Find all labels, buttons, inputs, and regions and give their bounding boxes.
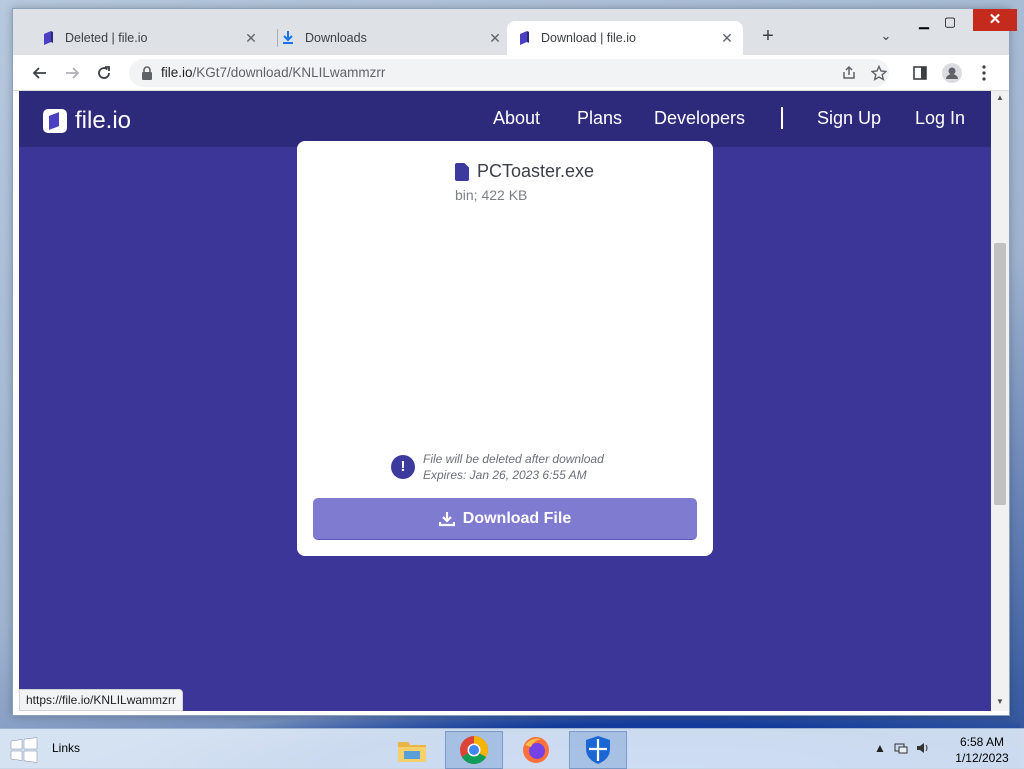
address-bar[interactable]: file.io/KGt7/download/KNLILwammzrr — [129, 59, 889, 87]
firefox-icon[interactable] — [507, 731, 565, 769]
download-button-label: Download File — [462, 509, 572, 527]
site-logo[interactable]: file.io — [43, 107, 131, 135]
fileio-favicon-icon — [517, 31, 531, 45]
tab-strip: Deleted | file.io ✕ Downloads ✕ Download… — [13, 9, 1017, 55]
file-explorer-icon[interactable] — [383, 731, 441, 769]
tab-label: Deleted | file.io — [65, 31, 148, 45]
nav-sign-up-link[interactable]: Sign Up — [817, 108, 881, 129]
page-scrollbar[interactable]: ▲ ▼ — [991, 91, 1009, 711]
tab-label: Downloads — [305, 31, 367, 45]
scrollbar-thumb[interactable] — [994, 243, 1006, 505]
file-icon — [455, 162, 469, 181]
exclamation-icon: ! — [391, 455, 415, 479]
side-panel-icon[interactable] — [907, 60, 933, 86]
link-status-bar: https://file.io/KNLILwammzrr — [19, 689, 184, 711]
back-arrow-icon[interactable] — [27, 60, 53, 86]
close-window-icon[interactable]: ✕ — [973, 9, 1017, 31]
nav-divider — [781, 107, 783, 129]
tab-deleted[interactable]: Deleted | file.io ✕ — [31, 21, 267, 55]
clock-date: 1/12/2023 — [955, 751, 1009, 765]
taskbar-clock[interactable]: 6:58 AM 1/12/2023 — [952, 734, 1012, 766]
download-file-button[interactable]: Download File — [313, 498, 697, 540]
forward-arrow-icon[interactable] — [59, 60, 85, 86]
kebab-menu-icon[interactable] — [971, 60, 997, 86]
taskbar: Links ▲ 6:58 AM 1/12/2023 — [0, 728, 1024, 769]
windows-start-icon[interactable] — [10, 737, 38, 763]
tab-download-fileio[interactable]: Download | file.io ✕ — [507, 21, 743, 55]
page-viewport: file.io About Plans Developers Sign Up L… — [19, 91, 991, 711]
browser-window: Deleted | file.io ✕ Downloads ✕ Download… — [12, 8, 1017, 716]
new-tab-icon[interactable]: + — [757, 25, 779, 47]
links-toolbar-label[interactable]: Links — [52, 741, 80, 755]
volume-icon[interactable] — [916, 741, 930, 758]
scroll-up-arrow-icon[interactable]: ▲ — [995, 93, 1005, 103]
close-tab-icon[interactable]: ✕ — [719, 30, 735, 46]
url-path: /KGt7/download/KNLILwammzrr — [192, 65, 386, 80]
file-name: PCToaster.exe — [477, 161, 595, 181]
minimize-icon[interactable]: ▁ — [911, 11, 937, 33]
profile-avatar-icon[interactable] — [939, 60, 965, 86]
url-text: file.io/KGt7/download/KNLILwammzrr — [161, 65, 385, 80]
network-icon[interactable] — [894, 741, 908, 758]
windows-defender-shield-icon[interactable] — [569, 731, 627, 769]
system-tray: ▲ — [874, 741, 930, 758]
download-favicon-icon — [281, 31, 295, 45]
tab-search-chevron-icon[interactable]: ⌄ — [875, 25, 897, 47]
nav-developers-link[interactable]: Developers — [654, 108, 745, 129]
chrome-icon[interactable] — [445, 731, 503, 769]
notice-line-2: Expires: Jan 26, 2023 6:55 AM — [423, 468, 587, 482]
nav-plans-link[interactable]: Plans — [577, 108, 622, 129]
tray-chevron-up-icon[interactable]: ▲ — [874, 741, 886, 758]
site-navbar: file.io About Plans Developers Sign Up L… — [19, 91, 991, 147]
star-bookmark-icon[interactable] — [869, 63, 889, 83]
notice-line-1: File will be deleted after download — [423, 452, 604, 466]
scroll-down-arrow-icon[interactable]: ▼ — [995, 697, 1005, 707]
fileio-logo-icon — [43, 109, 67, 133]
close-tab-icon[interactable]: ✕ — [487, 30, 503, 46]
deletion-notice: ! File will be deleted after download Ex… — [391, 451, 604, 483]
close-tab-icon[interactable]: ✕ — [243, 30, 259, 46]
nav-log-in-link[interactable]: Log In — [915, 108, 965, 129]
lock-icon — [142, 66, 152, 80]
share-icon[interactable] — [839, 63, 859, 83]
tab-downloads[interactable]: Downloads ✕ — [271, 21, 511, 55]
download-card: PCToaster.exe bin; 422 KB ! File will be… — [297, 141, 713, 556]
nav-about-link[interactable]: About — [493, 108, 540, 129]
file-meta: bin; 422 KB — [455, 187, 528, 203]
tab-label: Download | file.io — [541, 31, 636, 45]
notice-text: File will be deleted after download Expi… — [423, 451, 604, 483]
file-name-row: PCToaster.exe — [455, 161, 594, 182]
url-host: file.io — [161, 65, 193, 80]
maximize-icon[interactable]: ▢ — [937, 11, 963, 33]
clock-time: 6:58 AM — [959, 735, 1005, 749]
reload-icon[interactable] — [91, 60, 117, 86]
browser-toolbar: file.io/KGt7/download/KNLILwammzrr — [13, 55, 1009, 91]
fileio-favicon-icon — [41, 31, 55, 45]
download-icon — [438, 511, 455, 526]
logo-text: file.io — [75, 107, 132, 134]
